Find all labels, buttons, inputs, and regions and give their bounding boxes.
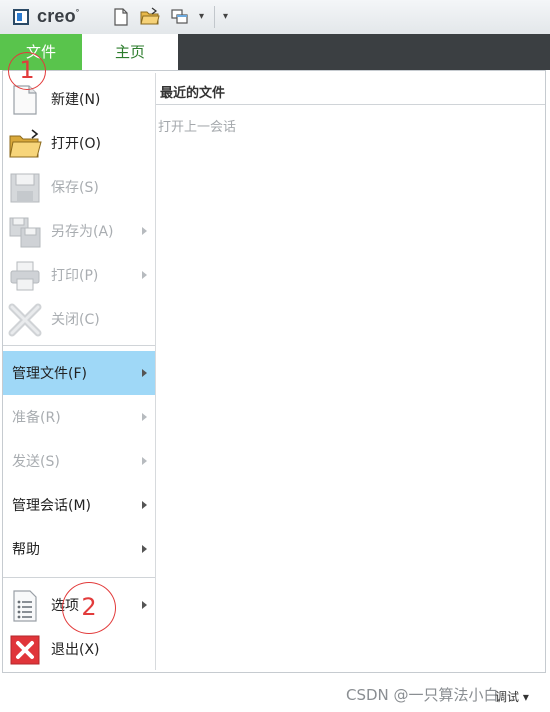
app-logo: creo° [37,6,80,26]
menu-item-save[interactable]: 保存(S) [3,165,155,209]
menu-item-label: 另存为(A) [51,224,114,240]
save-disk-icon [10,173,40,203]
menu-item-print[interactable]: 打印(P) [3,253,155,297]
recent-files-heading: 最近的文件 [160,86,226,101]
menu-item-manage-files[interactable]: 管理文件(F) [3,351,155,395]
menu-item-label: 打印(P) [51,268,99,284]
menu-item-label: 保存(S) [51,180,99,196]
dropdown-caret-icon[interactable]: ▾ [199,11,204,22]
save-as-icon [9,217,41,248]
menu-item-label: 退出(X) [51,642,100,658]
submenu-arrow-icon [142,545,147,553]
menu-item-label: 管理会话(M) [12,498,92,514]
debug-label: 调试 [495,690,520,704]
submenu-arrow-icon [142,271,147,279]
menu-item-help[interactable]: 帮助 [3,527,155,571]
exit-icon [10,635,40,665]
menu-item-label: 帮助 [12,542,40,558]
menu-item-send[interactable]: 发送(S) [3,439,155,483]
menu-divider [3,577,155,578]
open-folder-icon[interactable] [140,7,160,27]
submenu-arrow-icon [142,501,147,509]
debug-button[interactable]: 调试 ▾ [495,688,529,705]
quick-access-toolbar: creo° ▾ ▾ [0,0,550,35]
recent-files-divider [156,104,545,105]
new-file-icon[interactable] [111,7,131,27]
menu-item-label: 发送(S) [12,454,60,470]
menu-item-manage-session[interactable]: 管理会话(M) [3,483,155,527]
menu-item-label: 管理文件(F) [12,366,87,382]
close-x-icon [8,303,42,337]
watermark-text: CSDN @一只算法小白 [346,686,499,704]
menu-item-label: 准备(R) [12,410,61,426]
menu-item-close[interactable]: 关闭(C) [3,297,155,341]
menu-item-label: 关闭(C) [51,312,100,328]
options-list-icon [13,590,37,622]
printer-icon [10,261,40,291]
menu-item-label: 新建(N) [51,92,101,108]
submenu-arrow-icon [142,413,147,421]
ribbon-tab-bar: 文件 主页 [0,34,550,70]
file-menu-list: 新建(N) 打开(O) 保存(S) 另存为(A) 打印(P) 关闭(C) 管理文… [3,73,156,670]
tab-home[interactable]: 主页 [82,34,178,70]
menu-divider [3,345,155,346]
open-last-session-link[interactable]: 打开上一会话 [158,116,236,135]
customize-caret-icon[interactable]: ▾ [223,11,228,22]
annotation-circle-1: 1 [8,52,46,90]
submenu-arrow-icon [142,601,147,609]
submenu-arrow-icon [142,227,147,235]
menu-item-label: 打开(O) [51,136,101,152]
menu-item-exit[interactable]: 退出(X) [3,627,155,671]
submenu-arrow-icon [142,369,147,377]
menu-item-prepare[interactable]: 准备(R) [3,395,155,439]
window-switch-icon[interactable] [170,7,190,27]
submenu-arrow-icon [142,457,147,465]
open-folder-icon [9,129,42,158]
annotation-circle-2: 2 [62,582,116,634]
menu-item-save-as[interactable]: 另存为(A) [3,209,155,253]
toolbar-separator [214,6,215,28]
menu-item-open[interactable]: 打开(O) [3,121,155,165]
creo-logo-icon [13,9,29,25]
